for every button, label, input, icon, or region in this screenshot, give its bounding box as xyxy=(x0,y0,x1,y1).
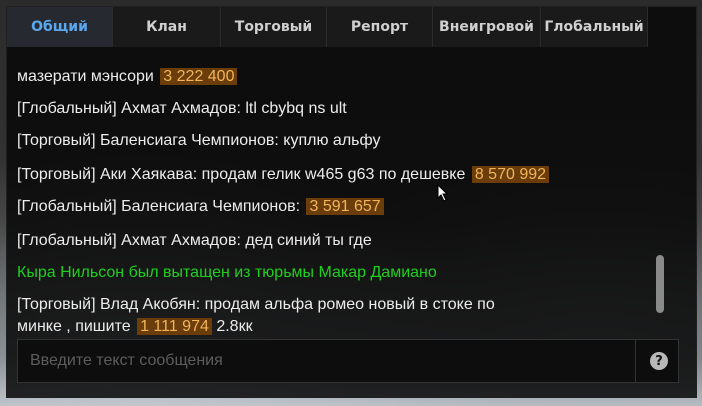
message-suffix: 2.8кк xyxy=(216,318,253,335)
scrollbar-thumb[interactable] xyxy=(656,255,664,313)
chat-message-continued: минке , пишите 1 111 974 2.8кк xyxy=(17,317,253,337)
tab-global[interactable]: Глобальный xyxy=(541,7,648,47)
message-input-box: ? xyxy=(17,339,679,383)
chat-message: [Торговый] Влад Акобян: продам альфа ром… xyxy=(17,295,495,315)
price-badge: 8 570 992 xyxy=(471,166,550,183)
chat-message: [Глобальный] Ахмат Ахмадов: ltl cbybq ns… xyxy=(17,99,347,119)
price-badge: 3 222 400 xyxy=(160,68,238,85)
system-message: Кыра Нильсон был вытащен из тюрьмы Макар… xyxy=(17,263,437,283)
tab-offgame[interactable]: Внеигровой xyxy=(433,7,541,47)
chat-message: [Глобальный] Ахмат Ахмадов: дед синий ты… xyxy=(17,231,372,251)
chat-tabs: Общий Клан Торговый Репорт Внеигровой Гл… xyxy=(7,7,648,47)
tab-clan[interactable]: Клан xyxy=(113,7,221,47)
tab-report[interactable]: Репорт xyxy=(327,7,433,47)
message-text: [Торговый] Влад Акобян: продам альфа ром… xyxy=(17,296,495,313)
message-text: минке , пишите xyxy=(17,318,131,335)
mouse-cursor-icon xyxy=(437,184,449,202)
chat-message: мазерати мэнсори 3 222 400 xyxy=(17,67,238,87)
chat-message: [Глобальный] Баленсиага Чемпионов: 3 591… xyxy=(17,197,384,217)
message-text: [Глобальный] Баленсиага Чемпионов: xyxy=(17,198,301,215)
message-text: [Торговый] Баленсиага Чемпионов: куплю а… xyxy=(17,132,381,149)
message-text: мазерати мэнсори xyxy=(17,68,154,85)
chat-message: [Торговый] Аки Хаякава: продам гелик w46… xyxy=(17,165,550,185)
message-text: [Глобальный] Ахмат Ахмадов: ltl cbybq ns… xyxy=(17,100,347,117)
message-input[interactable] xyxy=(18,340,636,382)
message-text: Кыра Нильсон был вытащен из тюрьмы Макар… xyxy=(17,264,437,281)
help-icon[interactable]: ? xyxy=(650,352,668,370)
message-text: [Глобальный] Ахмат Ахмадов: дед синий ты… xyxy=(17,232,372,249)
tab-trade[interactable]: Торговый xyxy=(221,7,327,47)
price-badge: 1 111 974 xyxy=(137,318,212,335)
price-badge: 3 591 657 xyxy=(306,198,384,215)
tab-general[interactable]: Общий xyxy=(7,7,113,47)
chat-window: Общий Клан Торговый Репорт Внеигровой Гл… xyxy=(6,6,697,398)
chat-message: [Торговый] Баленсиага Чемпионов: куплю а… xyxy=(17,131,380,151)
message-text: [Торговый] Аки Хаякава: продам гелик w46… xyxy=(17,166,466,183)
